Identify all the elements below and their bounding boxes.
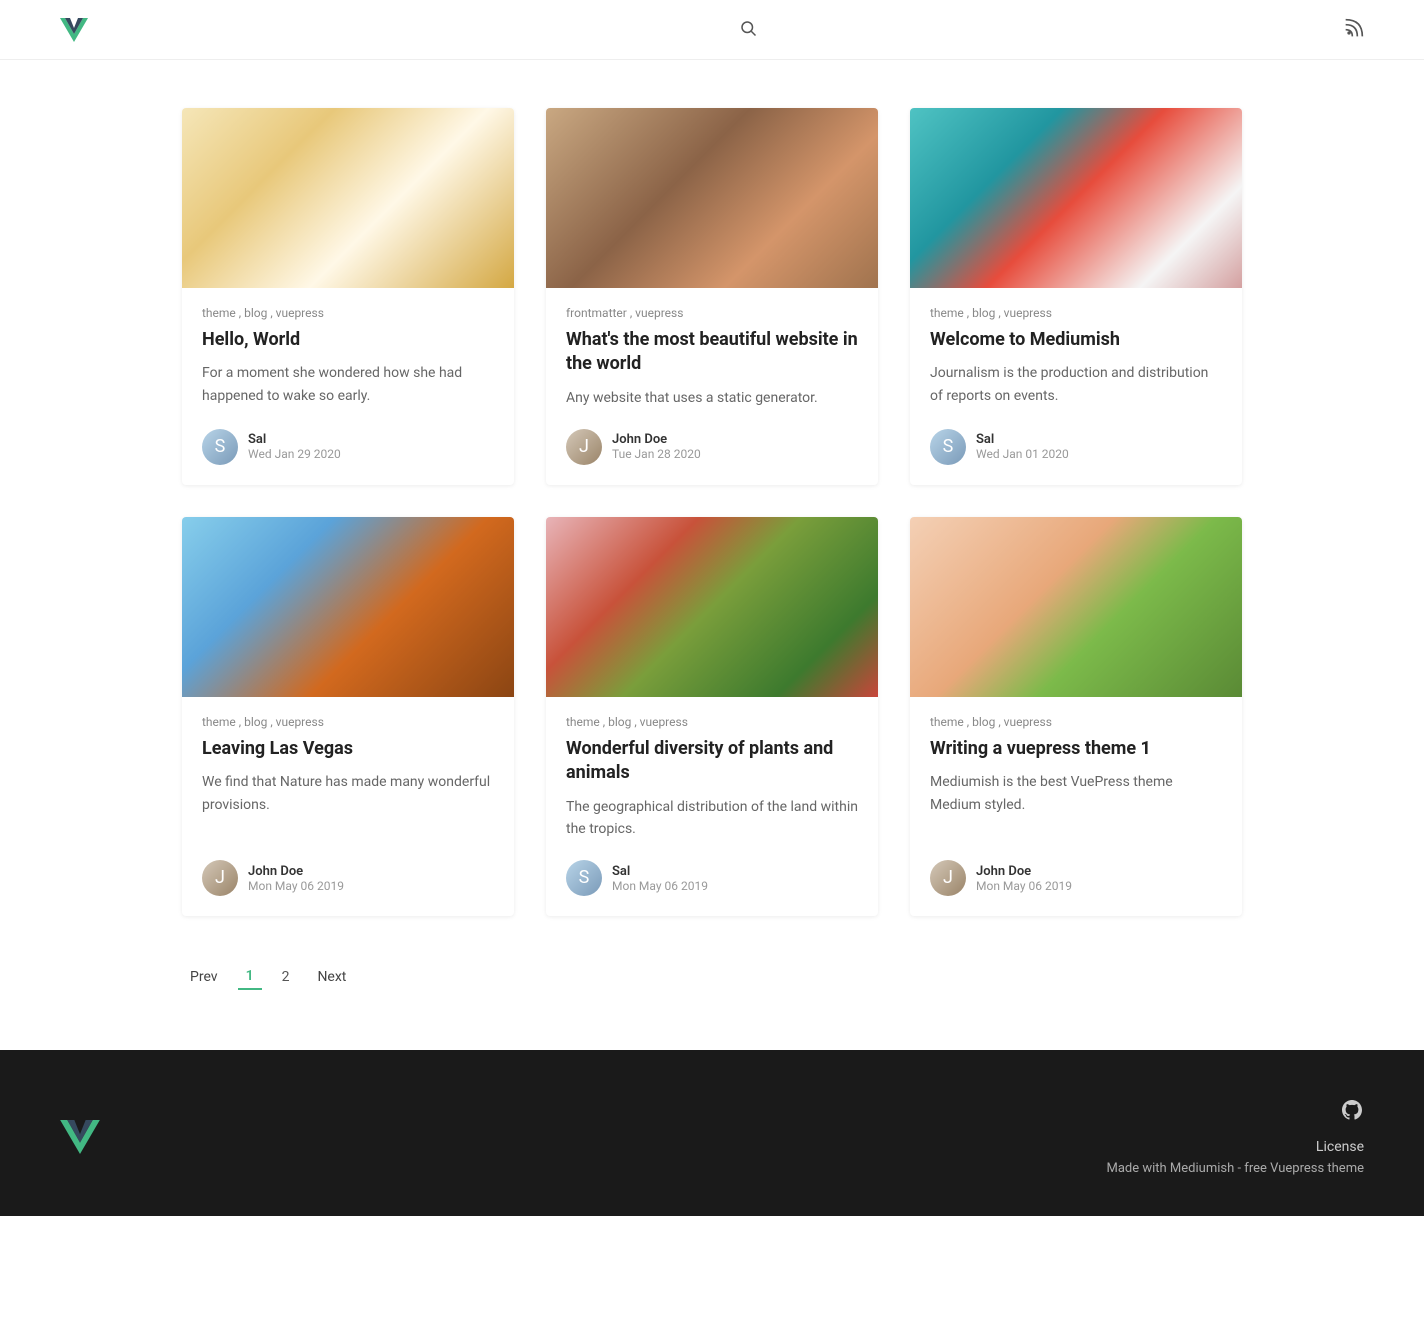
pagination: Prev 1 2 Next (182, 964, 1242, 990)
card-body: theme , blog , vuepress Welcome to Mediu… (910, 288, 1242, 485)
card-leaving-las-vegas: theme , blog , vuepress Leaving Las Vega… (182, 517, 514, 916)
card-excerpt: Journalism is the production and distrib… (930, 362, 1222, 409)
site-logo[interactable] (60, 18, 96, 42)
card-author: J John Doe Tue Jan 28 2020 (566, 429, 858, 465)
footer-right: License Made with Mediumish - free Vuepr… (1106, 1098, 1364, 1176)
card-body: frontmatter , vuepress What's the most b… (546, 288, 878, 485)
nav-right (1344, 18, 1364, 42)
card-image (910, 517, 1242, 697)
page-2-button[interactable]: 2 (274, 965, 298, 989)
author-date: Tue Jan 28 2020 (612, 447, 701, 461)
footer: License Made with Mediumish - free Vuepr… (0, 1050, 1424, 1216)
card-body: theme , blog , vuepress Wonderful divers… (546, 697, 878, 916)
card-tags: theme , blog , vuepress (930, 306, 1222, 320)
card-author: S Sal Wed Jan 29 2020 (202, 429, 494, 465)
card-hello-world: theme , blog , vuepress Hello, World For… (182, 108, 514, 485)
card-tags: frontmatter , vuepress (566, 306, 858, 320)
card-writing-vuepress-theme: theme , blog , vuepress Writing a vuepre… (910, 517, 1242, 916)
author-info: Sal Wed Jan 29 2020 (248, 432, 341, 461)
navbar (0, 0, 1424, 60)
card-excerpt: Any website that uses a static generator… (566, 387, 858, 409)
author-date: Mon May 06 2019 (976, 879, 1072, 893)
author-name: John Doe (612, 432, 701, 447)
card-grid: theme , blog , vuepress Hello, World For… (182, 108, 1242, 916)
card-excerpt: Mediumish is the best VuePress theme Med… (930, 771, 1222, 840)
card-image (182, 108, 514, 288)
avatar-initials: S (930, 429, 966, 465)
nav-links (683, 19, 757, 41)
avatar: J (930, 860, 966, 896)
card-body: theme , blog , vuepress Leaving Las Vega… (182, 697, 514, 916)
prev-button[interactable]: Prev (182, 965, 226, 989)
github-icon[interactable] (1106, 1098, 1364, 1128)
avatar: S (930, 429, 966, 465)
card-tags: theme , blog , vuepress (202, 306, 494, 320)
author-info: John Doe Tue Jan 28 2020 (612, 432, 701, 461)
card-title: Leaving Las Vegas (202, 737, 494, 761)
author-date: Wed Jan 29 2020 (248, 447, 341, 461)
avatar-initials: S (202, 429, 238, 465)
footer-logo (60, 1120, 100, 1154)
rss-icon[interactable] (1344, 18, 1364, 42)
card-title: Welcome to Mediumish (930, 328, 1222, 352)
card-excerpt: The geographical distribution of the lan… (566, 796, 858, 841)
author-name: John Doe (248, 864, 344, 879)
card-image (546, 108, 878, 288)
author-info: John Doe Mon May 06 2019 (976, 864, 1072, 893)
card-title: Wonderful diversity of plants and animal… (566, 737, 858, 786)
card-author: J John Doe Mon May 06 2019 (202, 860, 494, 896)
card-author: S Sal Wed Jan 01 2020 (930, 429, 1222, 465)
author-info: Sal Wed Jan 01 2020 (976, 432, 1069, 461)
avatar: S (202, 429, 238, 465)
card-wonderful-diversity: theme , blog , vuepress Wonderful divers… (546, 517, 878, 916)
avatar-initials: J (930, 860, 966, 896)
avatar-initials: S (566, 860, 602, 896)
author-date: Mon May 06 2019 (612, 879, 708, 893)
main-content: theme , blog , vuepress Hello, World For… (162, 60, 1262, 1050)
avatar-initials: J (202, 860, 238, 896)
author-info: Sal Mon May 06 2019 (612, 864, 708, 893)
avatar: J (566, 429, 602, 465)
card-title: Hello, World (202, 328, 494, 352)
card-image (182, 517, 514, 697)
card-title: What's the most beautiful website in the… (566, 328, 858, 377)
card-body: theme , blog , vuepress Hello, World For… (182, 288, 514, 485)
card-author: S Sal Mon May 06 2019 (566, 860, 858, 896)
author-name: John Doe (976, 864, 1072, 879)
card-excerpt: We find that Nature has made many wonder… (202, 771, 494, 840)
card-excerpt: For a moment she wondered how she had ha… (202, 362, 494, 409)
avatar-initials: J (566, 429, 602, 465)
card-body: theme , blog , vuepress Writing a vuepre… (910, 697, 1242, 916)
footer-credit: Made with Mediumish - free Vuepress them… (1106, 1161, 1364, 1176)
card-image (546, 517, 878, 697)
author-info: John Doe Mon May 06 2019 (248, 864, 344, 893)
page-1-button[interactable]: 1 (238, 964, 262, 990)
next-button[interactable]: Next (309, 965, 354, 989)
card-title: Writing a vuepress theme 1 (930, 737, 1222, 761)
author-date: Mon May 06 2019 (248, 879, 344, 893)
card-tags: theme , blog , vuepress (566, 715, 858, 729)
v-logo-icon (60, 18, 88, 42)
avatar: S (566, 860, 602, 896)
author-date: Wed Jan 01 2020 (976, 447, 1069, 461)
author-name: Sal (976, 432, 1069, 447)
footer-license[interactable]: License (1316, 1139, 1364, 1155)
search-icon[interactable] (739, 19, 757, 41)
author-name: Sal (612, 864, 708, 879)
card-tags: theme , blog , vuepress (930, 715, 1222, 729)
card-beautiful-website: frontmatter , vuepress What's the most b… (546, 108, 878, 485)
card-author: J John Doe Mon May 06 2019 (930, 860, 1222, 896)
author-name: Sal (248, 432, 341, 447)
card-tags: theme , blog , vuepress (202, 715, 494, 729)
card-image (910, 108, 1242, 288)
avatar: J (202, 860, 238, 896)
card-welcome-mediumish: theme , blog , vuepress Welcome to Mediu… (910, 108, 1242, 485)
footer-logo-icon (60, 1120, 100, 1154)
